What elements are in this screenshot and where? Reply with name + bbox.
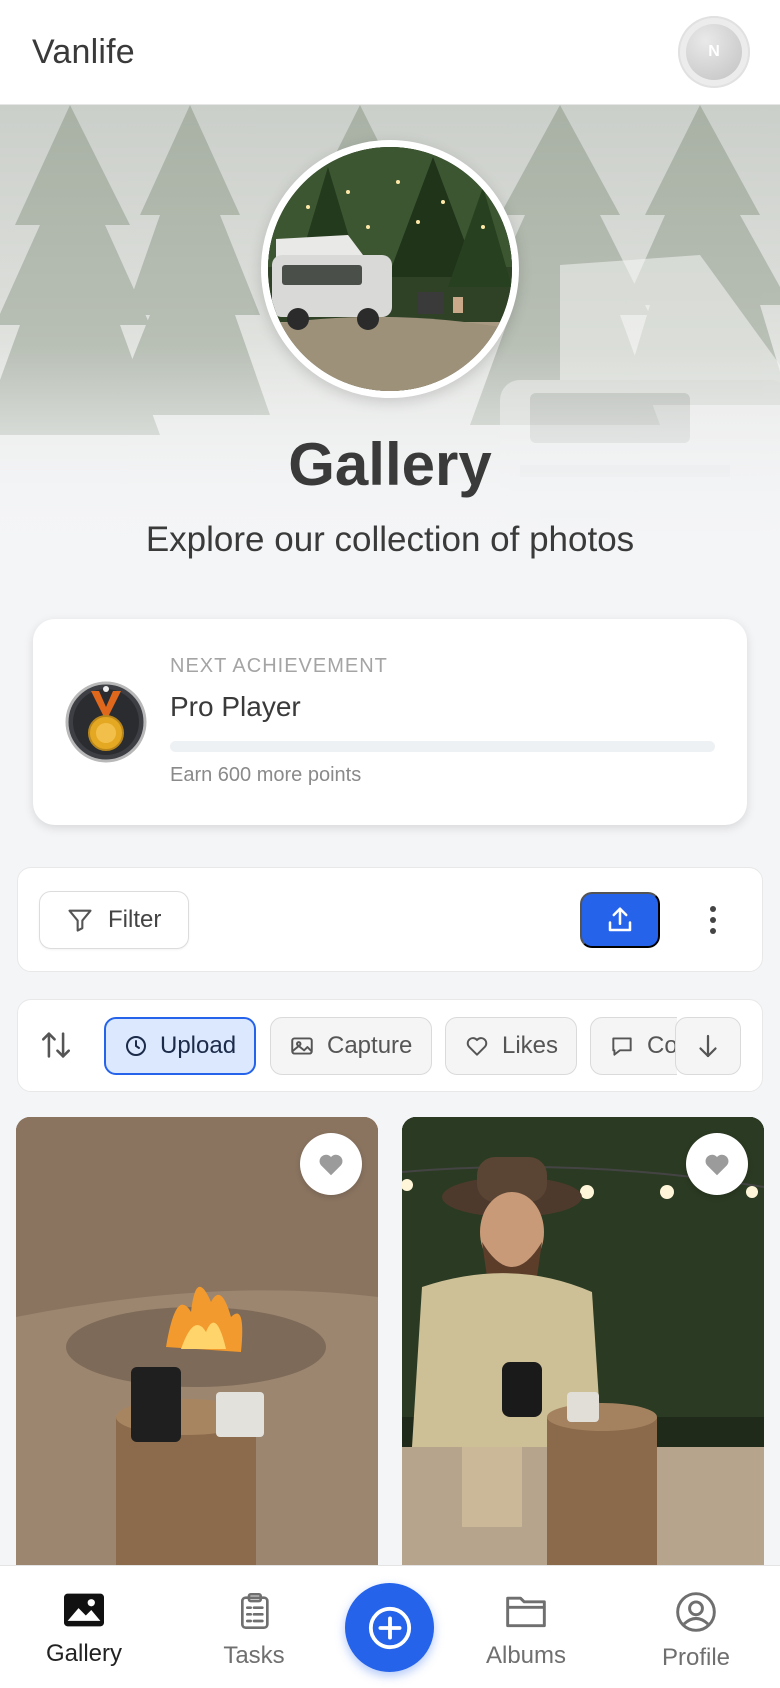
nav-item-tasks[interactable]: Tasks xyxy=(184,1590,324,1670)
achievement-hint: Earn 600 more points xyxy=(170,764,362,786)
heart-icon xyxy=(705,1154,729,1176)
avatar-button[interactable]: N xyxy=(678,16,750,88)
heart-icon xyxy=(319,1154,343,1176)
sort-chips: Upload Capture Likes Co xyxy=(87,1017,677,1077)
sort-direction-button[interactable] xyxy=(675,1017,741,1075)
nav-label: Albums xyxy=(485,1642,567,1669)
sort-chip-comments[interactable]: Co xyxy=(590,1017,677,1075)
sort-icon[interactable] xyxy=(39,1028,73,1062)
create-button[interactable] xyxy=(345,1583,434,1672)
achievement-kicker: NEXT ACHIEVEMENT xyxy=(170,655,388,677)
bottom-navigation: Gallery Tasks Albums Profile xyxy=(0,1565,780,1688)
gallery-photo-man-coffee[interactable] xyxy=(402,1117,764,1567)
page-title: Gallery xyxy=(288,431,492,498)
nav-label: Profile xyxy=(661,1644,731,1671)
nav-item-albums[interactable]: Albums xyxy=(456,1590,596,1670)
app-title: Vanlife xyxy=(32,32,135,71)
folder-icon xyxy=(506,1596,546,1628)
sort-chip-label: Likes xyxy=(502,1032,559,1059)
user-circle-icon xyxy=(676,1592,716,1632)
gallery-hero: Gallery Explore our collection of photos xyxy=(0,105,780,585)
top-bar: Vanlife N xyxy=(0,0,780,105)
nav-label: Gallery xyxy=(45,1640,123,1667)
medal-icon xyxy=(65,681,147,763)
upload-icon xyxy=(608,907,632,932)
like-button[interactable] xyxy=(686,1133,748,1195)
achievement-name: Pro Player xyxy=(170,691,301,722)
sort-chip-likes[interactable]: Likes xyxy=(445,1017,577,1075)
hero-profile-photo xyxy=(261,140,519,398)
nav-item-profile[interactable]: Profile xyxy=(626,1590,766,1672)
heart-icon xyxy=(466,1037,488,1056)
filter-button[interactable]: Filter xyxy=(39,891,189,949)
sort-chip-label: Capture xyxy=(327,1032,413,1059)
nav-item-gallery[interactable]: Gallery xyxy=(14,1590,154,1668)
clock-icon xyxy=(126,1036,146,1056)
achievement-card[interactable]: NEXT ACHIEVEMENT Pro Player Earn 600 mor… xyxy=(33,619,747,825)
image-icon xyxy=(64,1593,104,1627)
sort-chip-label: Co xyxy=(647,1032,677,1059)
like-button[interactable] xyxy=(300,1133,362,1195)
gallery-toolbar: Filter xyxy=(17,867,763,972)
clipboard-icon xyxy=(241,1593,269,1629)
avatar: N xyxy=(686,24,742,80)
filter-icon xyxy=(68,909,92,932)
more-options-button[interactable] xyxy=(701,894,725,946)
sort-bar: Upload Capture Likes Co xyxy=(17,999,763,1092)
sort-chip-upload[interactable]: Upload xyxy=(104,1017,256,1075)
gallery-photo-campfire[interactable] xyxy=(16,1117,378,1567)
arrow-down-icon xyxy=(699,1034,717,1058)
plus-circle-icon xyxy=(368,1606,411,1649)
achievement-progress-bar xyxy=(170,741,715,752)
sort-chip-label: Upload xyxy=(160,1032,237,1059)
page-subtitle: Explore our collection of photos xyxy=(145,520,635,559)
upload-button[interactable] xyxy=(580,892,660,948)
image-icon xyxy=(291,1037,313,1055)
filter-button-label: Filter xyxy=(108,906,162,933)
more-vertical-icon xyxy=(710,906,716,934)
comment-icon xyxy=(612,1037,632,1056)
nav-label: Tasks xyxy=(223,1642,285,1669)
sort-chip-capture[interactable]: Capture xyxy=(270,1017,432,1075)
